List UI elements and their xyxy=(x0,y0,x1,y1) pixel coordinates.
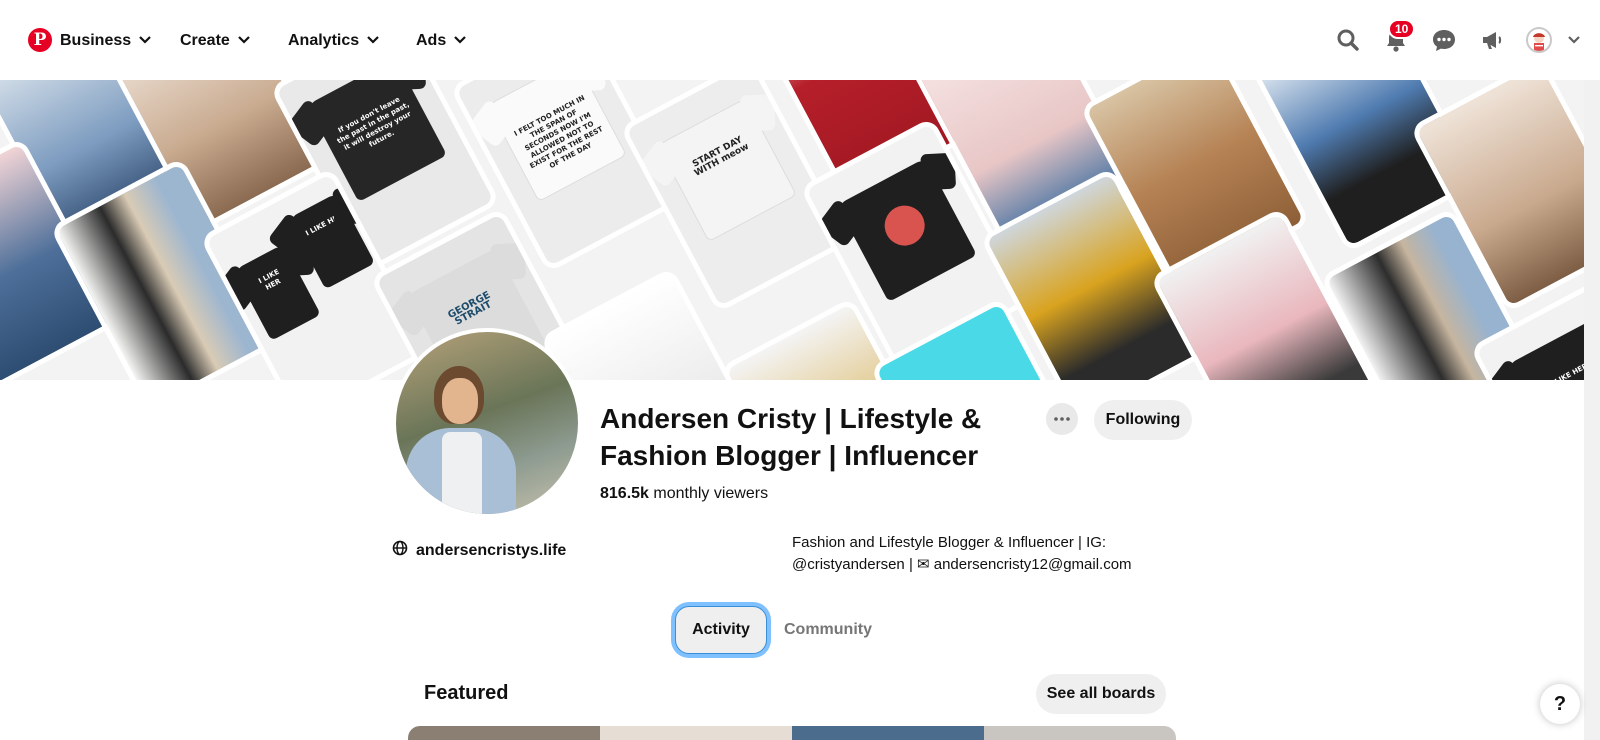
featured-heading: Featured xyxy=(424,682,509,704)
website-link[interactable]: andersencristys.life xyxy=(392,540,566,561)
monthly-viewers: 816.5k monthly viewers xyxy=(600,485,768,503)
nav-analytics-label: Analytics xyxy=(288,32,360,49)
cover-shirt-cat-print xyxy=(877,198,932,253)
featured-boards-strip xyxy=(408,726,1176,740)
see-all-boards-button[interactable]: See all boards xyxy=(1036,674,1166,714)
tab-activity[interactable]: Activity xyxy=(675,606,767,654)
nav-create-label: Create xyxy=(180,32,230,49)
chevron-down-icon xyxy=(139,36,151,46)
profile-avatar xyxy=(392,328,582,518)
messages-icon[interactable] xyxy=(1428,24,1460,56)
avatar-face xyxy=(442,378,478,424)
board-thumbnail[interactable] xyxy=(792,726,984,740)
pinterest-logo-icon[interactable]: P xyxy=(28,28,52,52)
account-menu-chevron-icon[interactable] xyxy=(1563,24,1585,56)
nav-ads-label: Ads xyxy=(416,32,447,49)
ellipsis-icon xyxy=(1054,417,1070,421)
nav-create-menu[interactable]: Create xyxy=(180,27,250,55)
help-button[interactable]: ? xyxy=(1540,684,1580,724)
search-icon[interactable] xyxy=(1332,24,1364,56)
website-label: andersencristys.life xyxy=(416,541,567,559)
tab-community[interactable]: Community xyxy=(780,606,876,654)
chevron-down-icon xyxy=(238,36,250,46)
chevron-down-icon xyxy=(367,36,379,46)
top-navigation: P Business Create Analytics Ads 10 xyxy=(0,0,1600,80)
nav-analytics-menu[interactable]: Analytics xyxy=(288,27,379,55)
globe-icon xyxy=(392,540,408,561)
profile-cover-collage: If you don't leave the past in the past,… xyxy=(0,80,1584,380)
nav-ads-menu[interactable]: Ads xyxy=(416,27,467,55)
notification-count-badge: 10 xyxy=(1388,19,1416,39)
megaphone-icon[interactable] xyxy=(1476,24,1508,56)
cover-shirt-like-her-2: I LIKE HER xyxy=(1549,361,1584,380)
cover-shirt-span-of-seconds: I FELT TOO MUCH IN THE SPAN OF SECONDS N… xyxy=(512,93,605,171)
bio-line-1: Fashion and Lifestyle Blogger & Influenc… xyxy=(792,534,1107,551)
viewers-count: 816.5k xyxy=(600,485,649,502)
profile-name: Andersen Cristy | Lifestyle & Fashion Bl… xyxy=(600,403,982,471)
profile-bio: Fashion and Lifestyle Blogger & Influenc… xyxy=(792,532,1172,576)
cover-shirt-quote: If you don't leave the past in the past,… xyxy=(335,95,413,152)
cover-shirt-meow: START DAY WITH meow xyxy=(691,135,751,179)
page-scrollbar[interactable] xyxy=(1584,80,1600,740)
account-avatar[interactable] xyxy=(1526,27,1552,53)
cover-shirt-like-his: I LIKE HIS xyxy=(304,212,342,238)
nav-business-menu[interactable]: Business xyxy=(60,27,151,55)
avatar-shirt xyxy=(442,432,482,514)
chevron-down-icon xyxy=(454,36,467,46)
more-options-button[interactable] xyxy=(1046,403,1078,435)
nav-business-label: Business xyxy=(60,32,132,49)
board-thumbnail[interactable] xyxy=(408,726,600,740)
cover-shirt-like-her: I LIKE HER xyxy=(257,267,283,292)
viewers-label: monthly viewers xyxy=(648,485,769,502)
board-thumbnail[interactable] xyxy=(984,726,1176,740)
bio-line-2: @cristyandersen | ✉ andersencristy12@gma… xyxy=(792,556,1132,573)
board-thumbnail[interactable] xyxy=(600,726,792,740)
following-button[interactable]: Following xyxy=(1094,400,1192,440)
